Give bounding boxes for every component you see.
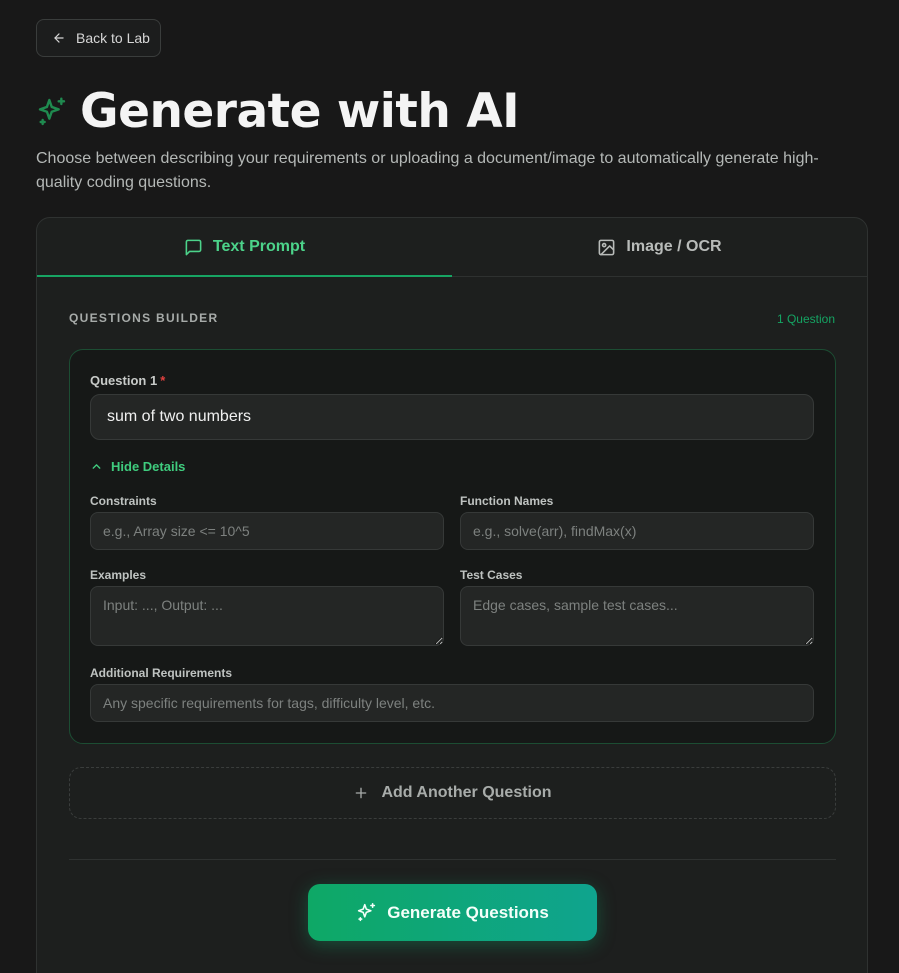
page-subtitle: Choose between describing your requireme… (36, 150, 819, 191)
question-label: Question 1 * (90, 373, 165, 388)
plus-icon (356, 787, 367, 799)
examples-field[interactable] (90, 586, 444, 646)
questions-builder-heading: QUESTIONS BUILDER (69, 311, 219, 325)
additional-requirements-field[interactable] (90, 684, 814, 722)
image-icon (599, 239, 615, 255)
function-names-label: Function Names (460, 494, 554, 508)
tab-image-ocr[interactable]: Image / OCR (452, 218, 867, 276)
examples-label: Examples (90, 568, 147, 582)
message-square-icon (185, 239, 202, 255)
sparkles-icon (38, 97, 66, 126)
add-another-question-label: Add Another Question (381, 784, 552, 801)
test-cases-label: Test Cases (460, 568, 523, 582)
question-card: Question 1* Hide Details Constraints Fun… (69, 349, 836, 744)
question-input[interactable] (90, 394, 814, 440)
question-label-text: Question 1 (90, 373, 158, 388)
generator-card: Text Prompt Image / OCR QUESTIONS BUILDE… (36, 217, 868, 973)
divider (69, 859, 836, 860)
hide-details-toggle[interactable]: Hide Details (90, 459, 185, 474)
add-another-question-button[interactable]: Add Another Question (69, 767, 836, 819)
mode-tabs: Text Prompt Image / OCR (37, 218, 867, 277)
chevron-up-icon (92, 464, 101, 469)
tab-image-ocr-label: Image / OCR (626, 238, 722, 255)
page-title: Generate with AI (80, 84, 520, 139)
question-count: 1 Question (776, 312, 835, 326)
hide-details-label: Hide Details (111, 459, 186, 474)
constraints-field[interactable] (90, 512, 444, 550)
generate-questions-label: Generate Questions (387, 902, 549, 922)
required-mark: * (160, 373, 166, 388)
page-header: Generate with AI (36, 84, 520, 140)
back-to-lab-button[interactable]: Back to Lab (36, 19, 161, 57)
arrow-left-icon (54, 33, 64, 43)
function-names-field[interactable] (460, 512, 814, 550)
additional-requirements-label: Additional Requirements (90, 666, 233, 680)
tab-text-prompt[interactable]: Text Prompt (37, 218, 452, 277)
tab-text-prompt-label: Text Prompt (212, 238, 306, 255)
sparkles-icon (358, 902, 376, 922)
back-to-lab-label: Back to Lab (76, 30, 150, 46)
generate-questions-button[interactable]: Generate Questions (308, 884, 597, 941)
test-cases-field[interactable] (460, 586, 814, 646)
constraints-label: Constraints (90, 494, 157, 508)
